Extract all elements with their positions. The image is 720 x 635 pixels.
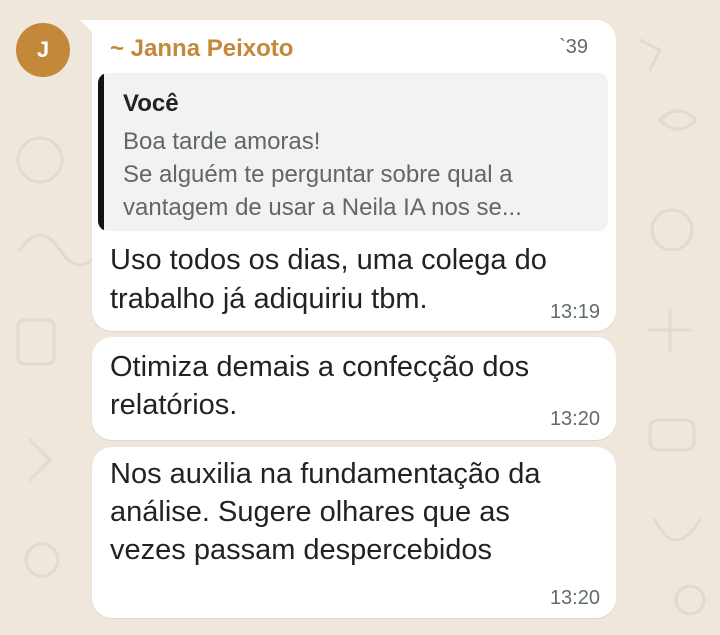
message-bubble[interactable]: ~ Janna Peixoto `39 Você Boa tarde amora… <box>92 20 616 331</box>
sender-name[interactable]: ~ Janna Peixoto <box>110 35 293 63</box>
message-timestamp: 13:20 <box>549 408 600 430</box>
quote-accent-bar <box>98 73 104 231</box>
quote-author: Você <box>123 90 179 117</box>
message-bubble[interactable]: Nos auxilia na fundamentação da análise.… <box>92 447 616 618</box>
quote-text-line: Boa tarde amoras! <box>123 128 321 155</box>
message-text-line: análise. Sugere olhares que as <box>110 496 510 528</box>
message-text-line: relatórios. <box>110 389 238 421</box>
sender-header-time: `39 <box>559 36 588 58</box>
message-timestamp: 13:19 <box>549 301 600 323</box>
message-text-line: Uso todos os dias, uma colega do <box>110 244 547 276</box>
message-text-line: Otimiza demais a confecção dos <box>110 351 530 383</box>
message-text-line: trabalho já adiquiriu tbm. <box>110 283 428 315</box>
quote-text-line: vantagem de usar a Neila IA nos se... <box>123 194 522 221</box>
sender-avatar[interactable]: J <box>16 23 70 77</box>
quoted-message[interactable]: Você Boa tarde amoras! Se alguém te perg… <box>98 73 608 231</box>
quote-text-line: Se alguém te perguntar sobre qual a <box>123 161 513 188</box>
message-text-line: vezes passam despercebidos <box>110 534 493 566</box>
message-bubble[interactable]: Otimiza demais a confecção dos relatório… <box>92 337 616 440</box>
avatar-letter: J <box>36 37 50 62</box>
message-timestamp: 13:20 <box>549 587 600 609</box>
message-text-line: Nos auxilia na fundamentação da <box>110 458 541 490</box>
